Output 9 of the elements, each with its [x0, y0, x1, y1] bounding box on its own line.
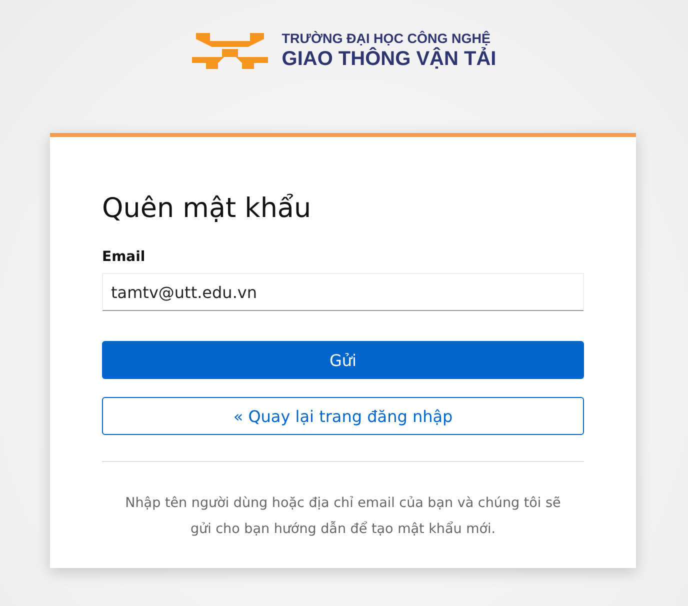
page-title: Quên mật khẩu [102, 193, 312, 224]
logo-text: TRƯỜNG ĐẠI HỌC CÔNG NGHỆ [282, 31, 492, 46]
email-label: Email [102, 249, 146, 265]
back-to-login-button[interactable]: « Quay lại trang đăng nhập [102, 397, 584, 435]
logo-icon [192, 31, 268, 71]
email-field[interactable]: tamtv@utt.edu.vn [102, 273, 584, 311]
logo-text: GIAO THÔNG VẬN TẢI [282, 48, 496, 71]
help-text: Nhập tên người dùng hoặc địa chỉ email của bạn và chúng tôi sẽ gửi cho bạn hướng dẫn để tạo mật khẩu mới. [124, 494, 562, 539]
submit-button[interactable]: Gửi [102, 341, 584, 379]
